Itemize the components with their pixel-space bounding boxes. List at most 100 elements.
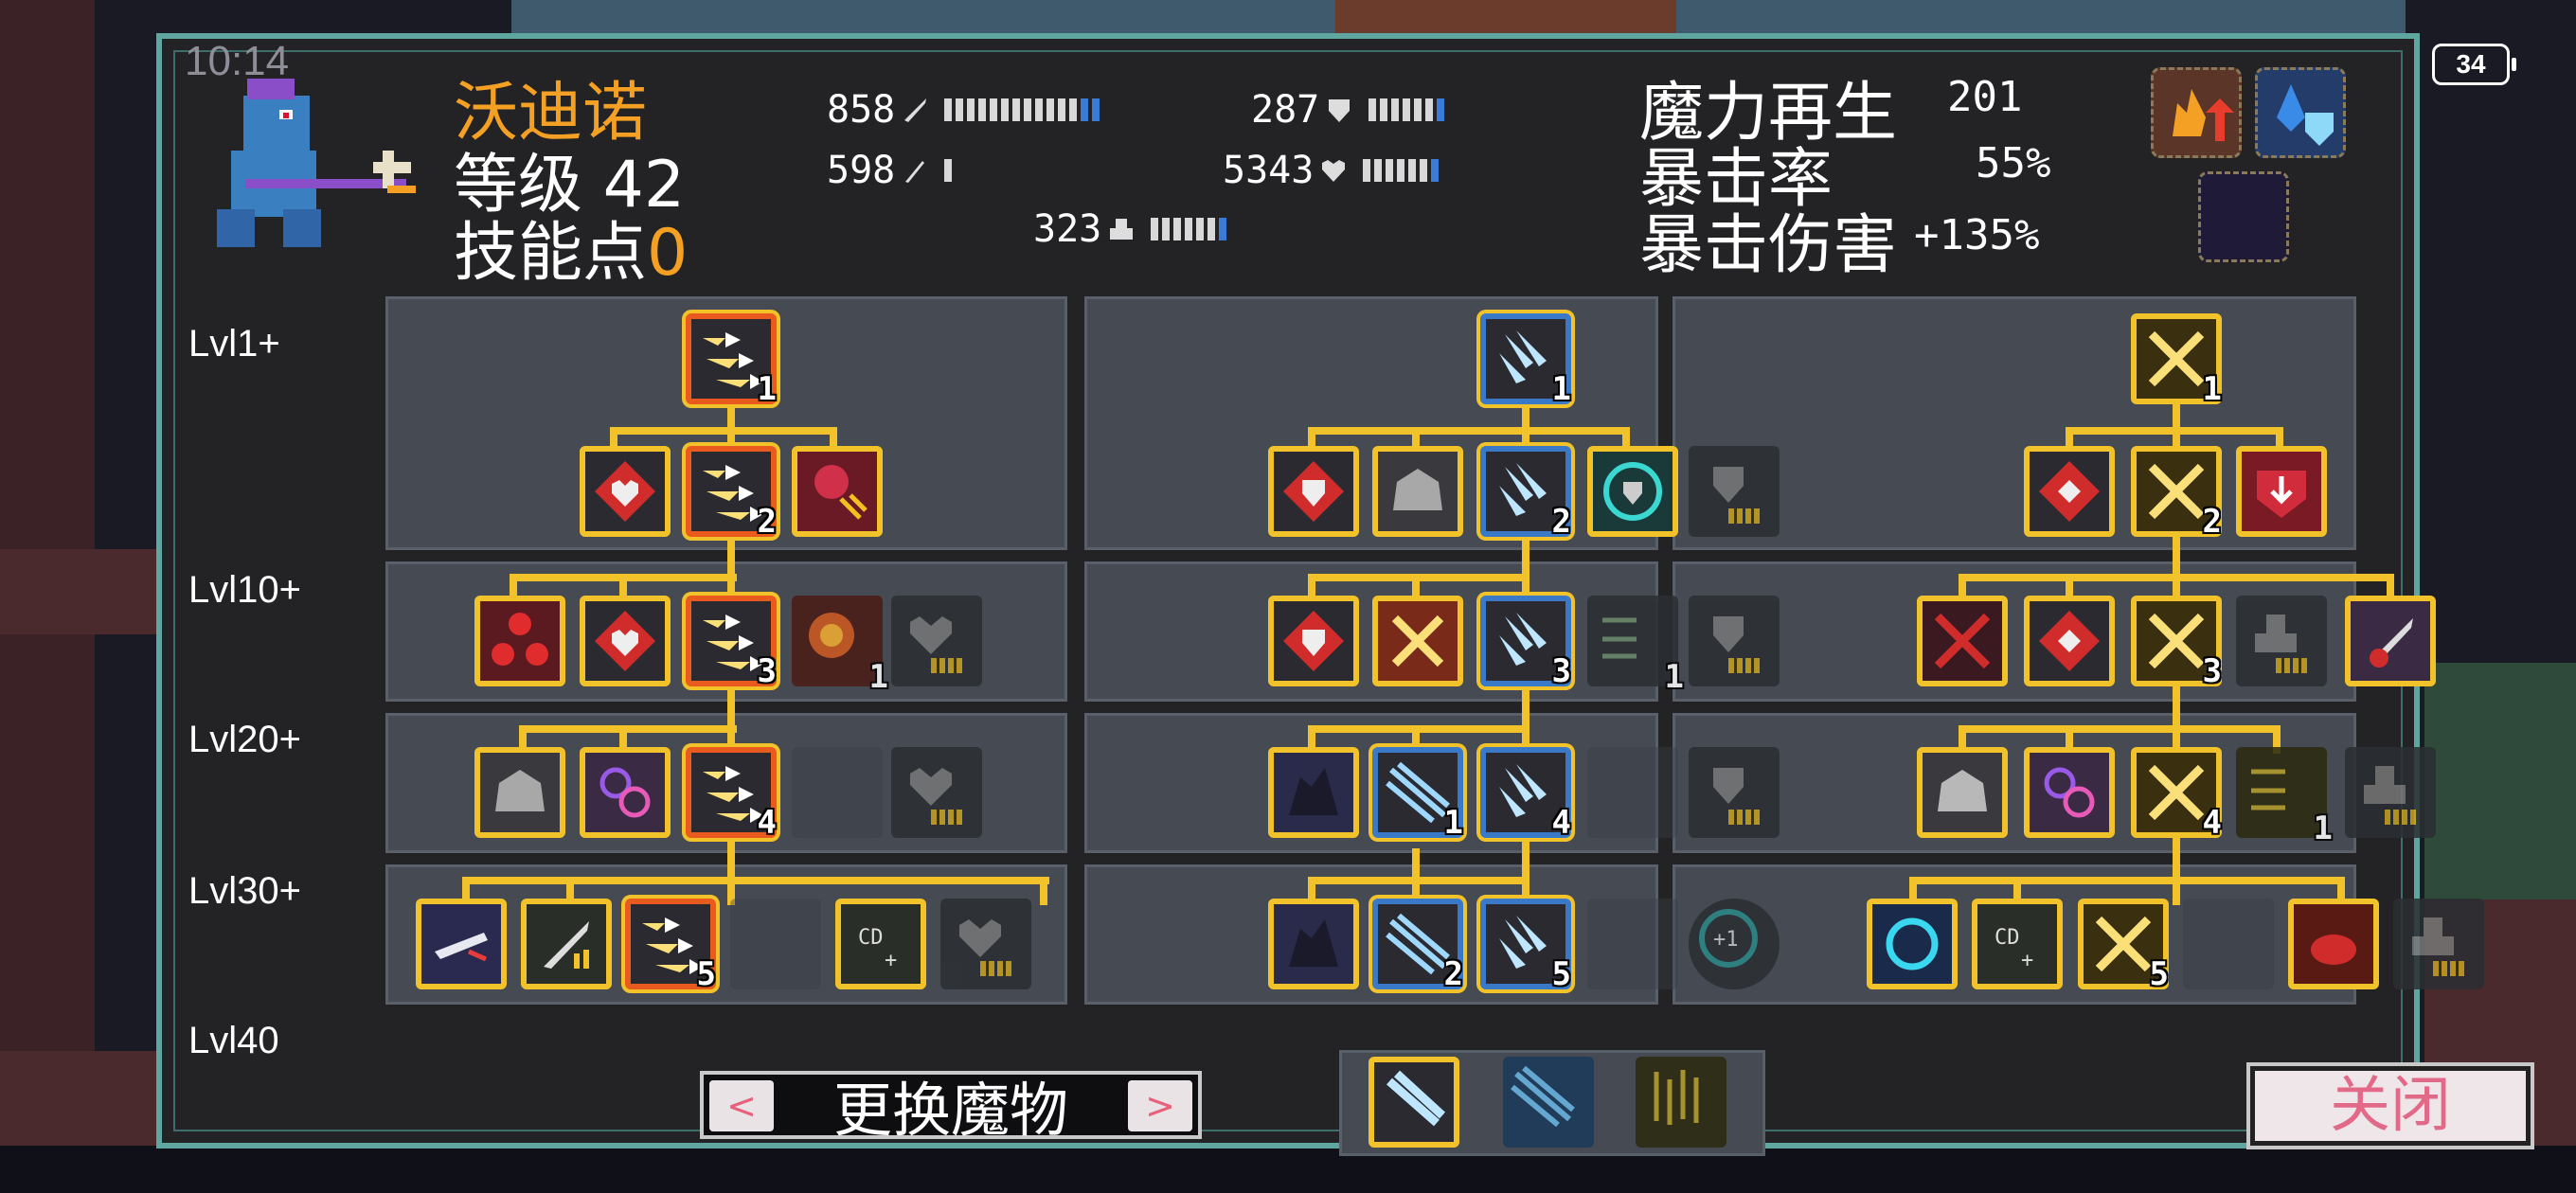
- skill-faded-arrows[interactable]: [1587, 747, 1678, 838]
- skill-ice-spikes-1[interactable]: 1: [1372, 747, 1463, 842]
- skill-locked-heart[interactable]: [891, 596, 982, 686]
- skill-defense-mid-2[interactable]: [1268, 596, 1359, 686]
- skill-faded-slot[interactable]: [730, 899, 821, 989]
- level-tier-label: Lvl20+: [188, 719, 301, 760]
- next-monster-button[interactable]: >: [1128, 1080, 1192, 1131]
- skill-cross-burst[interactable]: [1372, 596, 1463, 686]
- skill-rings-right[interactable]: [2024, 747, 2115, 838]
- skill-locked-shield[interactable]: [1689, 446, 1780, 537]
- skill-faded-slot[interactable]: [2183, 899, 2274, 989]
- skill-rings[interactable]: [580, 747, 671, 838]
- health-bar: [1363, 159, 1440, 182]
- skill-blood-dagger[interactable]: [2345, 596, 2436, 686]
- prev-monster-button[interactable]: <: [709, 1080, 774, 1131]
- tree-connector: [519, 725, 737, 733]
- skill-stone-shell[interactable]: [474, 747, 565, 838]
- skill-ice-claw-3[interactable]: 3: [1480, 596, 1571, 690]
- blood-drop-icon: [2311, 935, 2356, 965]
- skill-locked-ring[interactable]: +1: [1689, 899, 1780, 989]
- skill-locked-shield-2[interactable]: [1689, 596, 1780, 686]
- blood-cross-icon: [1934, 613, 1991, 669]
- skill-explosion[interactable]: 1: [792, 596, 888, 696]
- skill-locked-heart-2[interactable]: [891, 747, 982, 838]
- ultimate-rain[interactable]: [1636, 1057, 1726, 1148]
- skill-cooldown-right[interactable]: CD +: [1972, 899, 2063, 989]
- skill-defense-heart[interactable]: [580, 446, 671, 537]
- skill-rank: 1: [1551, 370, 1571, 408]
- skill-faded-slot[interactable]: [1587, 899, 1678, 989]
- skill-hearts[interactable]: [474, 596, 565, 686]
- locked-bars: [931, 810, 962, 825]
- skill-ice-claw-5[interactable]: 5: [1480, 899, 1571, 993]
- skill-cyan-ring[interactable]: [1867, 899, 1958, 989]
- skill-defense-right[interactable]: [2024, 446, 2115, 537]
- skill-rank: 4: [1551, 804, 1571, 842]
- skill-cooldown[interactable]: CD +: [835, 899, 926, 989]
- skill-locked-gold-arrows[interactable]: 1: [2236, 747, 2333, 847]
- fire-dash-icon: [703, 614, 763, 671]
- skill-cyan-shield[interactable]: [1587, 446, 1678, 537]
- skill-rank: 5: [696, 955, 716, 993]
- skill-rose-burst[interactable]: [792, 446, 883, 537]
- skill-locked-boot[interactable]: [2236, 596, 2327, 686]
- level-tier-label: Lvl30+: [188, 870, 301, 912]
- skill-fire-dash-3[interactable]: 3: [686, 596, 777, 690]
- skill-ice-claw-2[interactable]: 2: [1480, 446, 1571, 541]
- skill-golden-cross-1[interactable]: 1: [2131, 313, 2222, 408]
- defense-value: 287: [1251, 88, 1320, 132]
- skill-rank: 1: [868, 658, 888, 696]
- tree-connector: [462, 877, 1049, 884]
- skill-defense-right-2[interactable]: [2024, 596, 2115, 686]
- skill-locked-boot-2[interactable]: [2345, 747, 2436, 838]
- skill-golden-cross-3[interactable]: 3: [2131, 596, 2222, 690]
- skill-spear[interactable]: [416, 899, 507, 989]
- skill-locked-heart-3[interactable]: [940, 899, 1031, 989]
- skill-stone-mid[interactable]: [1372, 446, 1463, 537]
- skill-wolf[interactable]: [1268, 747, 1359, 838]
- ultimate-ice-spikes[interactable]: [1503, 1057, 1594, 1148]
- ice-spikes-icon: [1386, 761, 1450, 824]
- skill-sword-up[interactable]: [521, 899, 612, 989]
- skill-ice-spikes-2[interactable]: 2: [1372, 899, 1463, 993]
- skill-defense-heart-2[interactable]: [580, 596, 671, 686]
- locked-bars: [2276, 658, 2307, 673]
- skill-ice-claw-1[interactable]: 1: [1480, 313, 1571, 408]
- heart-shield-icon: [595, 611, 655, 671]
- skill-locked-shield-3[interactable]: [1689, 747, 1780, 838]
- skill-fire-dash-2[interactable]: 2: [686, 446, 777, 541]
- skill-fire-dash-4[interactable]: 4: [686, 747, 777, 842]
- skill-rank: 1: [2202, 370, 2222, 408]
- background-floor: [0, 1146, 2576, 1193]
- fire-buff-icon[interactable]: [2151, 67, 2242, 158]
- skill-rank: 3: [757, 652, 777, 690]
- skill-blood-cross[interactable]: [1917, 596, 2008, 686]
- ultimate-ice-claw[interactable]: [1368, 1057, 1459, 1148]
- skill-stone-right[interactable]: [1917, 747, 2008, 838]
- skill-blood-drop[interactable]: [2288, 899, 2379, 989]
- skill-golden-cross-4[interactable]: 4: [2131, 747, 2222, 842]
- ice-spikes-icon: [1386, 913, 1450, 975]
- skill-points-line: 技能点0: [454, 200, 688, 294]
- skill-faded-explosion[interactable]: [792, 747, 883, 838]
- skill-golden-cross-5[interactable]: 5: [2078, 899, 2169, 993]
- skill-golden-cross-2[interactable]: 2: [2131, 446, 2222, 541]
- skill-locked-arrows[interactable]: 1: [1587, 596, 1684, 696]
- svg-text:+1: +1: [1713, 928, 1739, 952]
- wolf-icon: [1289, 768, 1338, 815]
- skill-defense-mid[interactable]: [1268, 446, 1359, 537]
- level-tier-label: Lvl40: [188, 1020, 279, 1061]
- status-bar-time: 10:14: [185, 38, 290, 84]
- skill-rank: 1: [1443, 804, 1463, 842]
- skill-wolf-2[interactable]: [1268, 899, 1359, 989]
- change-monster-button[interactable]: < 更换魔物 >: [700, 1071, 1202, 1145]
- water-buff-icon[interactable]: [2255, 67, 2346, 158]
- skill-red-down[interactable]: [2236, 446, 2327, 537]
- moon-buff-icon[interactable]: [2198, 171, 2289, 262]
- skill-fire-dash-5[interactable]: 5: [625, 899, 716, 993]
- skill-ice-claw-4[interactable]: 4: [1480, 747, 1571, 842]
- cross-burst-icon: [1391, 614, 1444, 668]
- close-button[interactable]: 关闭: [2250, 1066, 2531, 1146]
- skill-fire-dash-1[interactable]: 1: [686, 313, 777, 408]
- skill-rank: 1: [757, 370, 777, 408]
- skill-locked-boot-3[interactable]: [2393, 899, 2484, 989]
